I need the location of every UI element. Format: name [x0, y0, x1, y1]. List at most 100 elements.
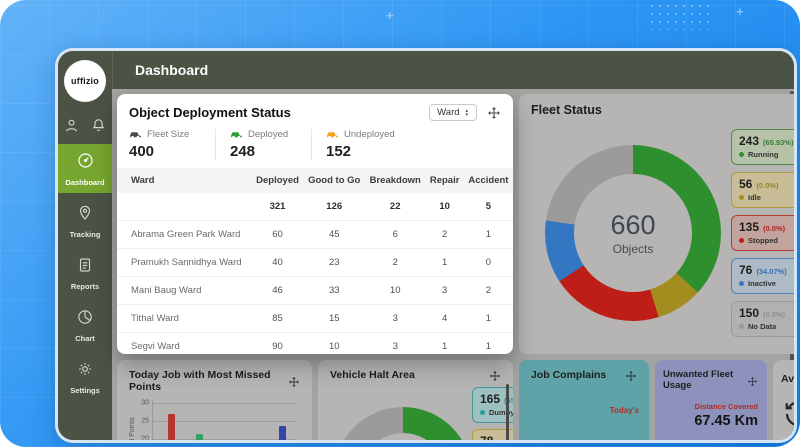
legend-value: 165	[480, 392, 500, 406]
table-cell: 23	[303, 249, 365, 277]
table-row: Abrama Green Park Ward6045621	[117, 221, 513, 249]
legend-dot	[739, 281, 744, 286]
missed-points-bar-chart[interactable]: Missed Points 3025201510	[129, 399, 300, 443]
legend-item-stopped[interactable]: 135(0.0%)Stopped	[731, 215, 797, 251]
sidebar-item-label: Settings	[70, 386, 100, 395]
table-row: Segvi Ward9010311	[117, 333, 513, 355]
sidebar-item-dashboard[interactable]: Dashboard	[58, 144, 112, 193]
move-handle-icon[interactable]	[625, 369, 637, 381]
missed-points-card: Today Job with Most Missed Points Missed…	[117, 360, 312, 443]
fleet-status-legend: 243(65.93%)Running 56(0.0%)Idle 135(0.0%)S…	[731, 129, 797, 337]
donut-center: 660 Objects	[574, 174, 692, 292]
table-column-header: Ward	[117, 168, 252, 193]
table-row: Pramukh Sannidhya Ward4023210	[117, 249, 513, 277]
y-axis-label: Missed Points	[129, 399, 136, 443]
legend-scrollbar[interactable]	[506, 384, 509, 443]
fleet-summary-stats: Fleet Size 400 Deployed 248	[117, 129, 513, 168]
vehicle-halt-area-card: Vehicle Halt Area	[318, 360, 513, 443]
todays-badge: Today's	[610, 406, 639, 415]
legend-dot	[480, 410, 485, 415]
distance-covered-value: 67.45 Km	[694, 413, 758, 429]
legend-dot	[739, 238, 744, 243]
donut-total-label: Objects	[613, 242, 654, 256]
legend-value: 56	[739, 177, 752, 191]
y-axis-tick: 30	[141, 400, 149, 407]
pie-chart-icon	[76, 308, 94, 331]
legend-value: 243	[739, 134, 759, 148]
gridline	[153, 403, 296, 404]
table-cell: 46	[252, 277, 304, 305]
legend-value: 76	[739, 263, 752, 277]
table-cell: 1	[464, 305, 513, 333]
table-column-header: Repair	[425, 168, 463, 193]
card-title: Object Deployment Status	[129, 105, 291, 120]
decorative-plus-icon: +	[736, 4, 744, 19]
bar-job-5[interactable]	[279, 426, 286, 443]
table-cell: 40	[252, 249, 304, 277]
fleet-status-donut-chart[interactable]: 660 Objects	[545, 145, 721, 321]
unwanted-fleet-usage-card: Unwanted Fleet Usage Distance Covered 67…	[655, 360, 767, 443]
table-cell: 10	[303, 333, 365, 355]
decorative-dots-pattern	[648, 2, 712, 30]
legend-percent: (34.07%)	[756, 267, 786, 276]
move-handle-icon[interactable]	[487, 106, 501, 120]
job-complains-card: Job Complains Today's 25	[519, 360, 649, 443]
dashboard-speedometer-icon	[76, 151, 95, 175]
tracking-pin-icon	[76, 204, 94, 227]
legend-item-no-data[interactable]: 150(0.0%)No Data	[731, 301, 797, 337]
bar-job-2[interactable]	[196, 434, 203, 443]
sidebar-item-chart[interactable]: Chart	[58, 301, 112, 349]
screenshot-canvas: + + uffizio	[0, 0, 800, 447]
table-column-header: Accident	[464, 168, 513, 193]
vehicle-halt-donut-chart[interactable]	[334, 407, 472, 443]
sidebar-item-label: Dashboard	[65, 178, 104, 187]
move-handle-icon[interactable]	[795, 103, 797, 117]
table-cell: Abrama Green Park Ward	[117, 221, 252, 249]
stat-fleet-size: Fleet Size 400	[129, 129, 215, 160]
table-cell: 85	[252, 305, 304, 333]
table-cell: Mani Baug Ward	[117, 277, 252, 305]
stat-label: Deployed	[248, 129, 288, 140]
move-handle-icon[interactable]	[288, 375, 300, 387]
legend-label: Stopped	[748, 236, 778, 245]
ward-filter-select[interactable]: Ward ▲▼	[429, 104, 477, 121]
sidebar-item-label: Tracking	[70, 230, 101, 239]
table-cell: 45	[303, 221, 365, 249]
table-cell: 60	[252, 221, 304, 249]
table-cell: 22	[365, 193, 425, 221]
legend-item-idle[interactable]: 56(0.0%)Idle	[731, 172, 797, 208]
uffizio-logo[interactable]: uffizio	[64, 60, 106, 102]
app-header: Dashboard	[112, 51, 794, 89]
legend-item-running[interactable]: 243(65.93%)Running	[731, 129, 797, 165]
table-header-row: WardDeployedGood to GoBreakdownRepairAcc…	[117, 168, 513, 193]
table-cell: 1	[425, 333, 463, 355]
bar-job-1[interactable]	[168, 414, 175, 443]
table-cell: 4	[425, 305, 463, 333]
y-axis-tick: 20	[141, 436, 149, 443]
bell-icon[interactable]	[90, 117, 107, 134]
table-cell: 2	[365, 249, 425, 277]
move-handle-icon[interactable]	[489, 369, 501, 381]
sidebar-item-reports[interactable]: Reports	[58, 249, 112, 297]
legend-item-inactive[interactable]: 76(34.07%)Inactive	[731, 258, 797, 294]
table-cell: 10	[425, 193, 463, 221]
legend-value: 78	[480, 434, 493, 443]
legend-dot	[739, 152, 744, 157]
table-row: Mani Baug Ward46331032	[117, 277, 513, 305]
table-row: Tithal Ward8515341	[117, 305, 513, 333]
sidebar-item-tracking[interactable]: Tracking	[58, 197, 112, 245]
car-icon	[129, 130, 142, 139]
stat-undeployed: Undeployed 152	[311, 129, 407, 160]
table-cell: 1	[464, 333, 513, 355]
ward-select-value: Ward	[437, 107, 459, 118]
move-handle-icon[interactable]	[747, 374, 759, 386]
bottom-right-row: Job Complains Today's 25	[519, 360, 797, 440]
sidebar-item-settings[interactable]: Settings	[58, 353, 112, 401]
logo-text: uffizio	[71, 76, 99, 86]
ward-deployment-table: WardDeployedGood to GoBreakdownRepairAcc…	[117, 168, 513, 354]
legend-dot	[739, 324, 744, 329]
user-icon[interactable]	[63, 117, 80, 134]
table-cell	[117, 193, 252, 221]
card-title: Fleet Status	[531, 103, 602, 117]
distance-covered-label: Distance Covered	[695, 402, 758, 411]
